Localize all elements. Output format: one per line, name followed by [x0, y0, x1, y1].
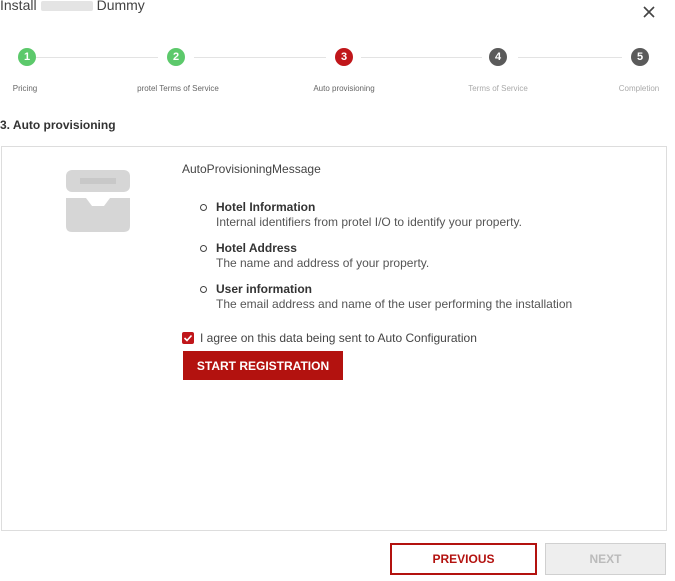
step-1-label: Pricing	[12, 84, 38, 93]
step-5-label: Completion	[618, 84, 660, 93]
list-item: Hotel Information Internal identifiers f…	[200, 200, 660, 230]
item-description: Internal identifiers from protel I/O to …	[216, 215, 522, 229]
item-description: The name and address of your property.	[216, 256, 430, 270]
step-2-circle[interactable]: 2	[167, 48, 185, 66]
list-item: Hotel Address The name and address of yo…	[200, 241, 660, 271]
item-description: The email address and name of the user p…	[216, 297, 573, 311]
title-suffix: Dummy	[96, 0, 145, 13]
list-item: User information The email address and n…	[200, 282, 660, 312]
step-1-circle[interactable]: 1	[18, 48, 36, 66]
redacted-name	[40, 1, 93, 12]
agree-row: I agree on this data being sent to Auto …	[182, 331, 477, 345]
step-5-circle: 5	[631, 48, 649, 66]
step-3-circle[interactable]: 3	[335, 48, 353, 66]
stepper: 1 2 3 4 5 Pricing protel Terms of Servic…	[0, 48, 675, 93]
agree-label[interactable]: I agree on this data being sent to Auto …	[200, 331, 477, 345]
start-registration-button[interactable]: START REGISTRATION	[183, 351, 343, 380]
bullet-icon	[200, 245, 207, 252]
step-connector	[194, 57, 326, 58]
previous-button[interactable]: PREVIOUS	[390, 543, 537, 575]
item-heading: Hotel Information	[216, 200, 316, 214]
step-2-label: protel Terms of Service	[137, 84, 219, 93]
bullet-icon	[200, 204, 207, 211]
checkmark-icon	[183, 334, 193, 342]
dialog-title: Install Dummy	[0, 0, 145, 13]
data-items-list: Hotel Information Internal identifiers f…	[200, 200, 660, 323]
close-icon[interactable]	[640, 3, 658, 21]
inbox-tray-icon	[66, 170, 130, 232]
title-prefix: Install	[0, 0, 37, 13]
step-3-label: Auto provisioning	[313, 84, 375, 93]
item-heading: Hotel Address	[216, 241, 297, 255]
next-button[interactable]: NEXT	[545, 543, 666, 575]
step-4-circle: 4	[489, 48, 507, 66]
step-connector	[361, 57, 482, 58]
step-connector	[518, 57, 622, 58]
bullet-icon	[200, 286, 207, 293]
item-heading: User information	[216, 282, 313, 296]
section-title: 3. Auto provisioning	[0, 118, 116, 132]
step-connector	[36, 57, 158, 58]
step-4-label: Terms of Service	[468, 84, 528, 93]
agree-checkbox[interactable]	[182, 332, 194, 344]
auto-provisioning-message: AutoProvisioningMessage	[182, 162, 321, 176]
